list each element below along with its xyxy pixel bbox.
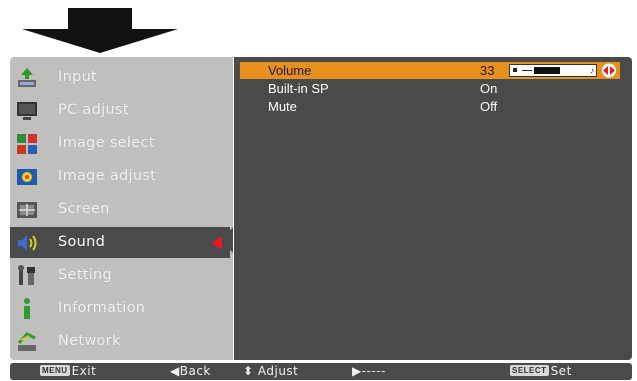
menu-item-label: Input: [58, 69, 98, 85]
mute-value: Off: [480, 99, 498, 114]
setting-icon: [18, 265, 35, 285]
back-hint: ◀Back: [170, 364, 211, 378]
sound-icon: [18, 235, 37, 251]
speaker-icon: ♪: [590, 66, 594, 75]
mute-label: Mute: [268, 99, 297, 114]
volume-track: [522, 70, 532, 71]
volume-label: Volume: [268, 63, 312, 78]
set-label: Set: [550, 364, 572, 378]
main-menu: Input PC adjust Image select Image adjus…: [10, 57, 233, 360]
built-in-sp-row[interactable]: Built-in SP On: [240, 80, 620, 97]
sound-settings-panel: Volume 33 ♪ Built-in SP On Mute Off: [234, 57, 632, 360]
down-arrow-icon: [22, 8, 178, 53]
information-icon: [24, 298, 30, 319]
screen-icon: [17, 202, 37, 218]
volume-value: 33: [480, 63, 495, 78]
menu-item-image-adjust[interactable]: Image adjust: [10, 161, 233, 192]
pc-adjust-icon: [17, 102, 37, 120]
menu-item-image-select[interactable]: Image select: [10, 128, 233, 159]
adjust-hint: ⬍ Adjust: [243, 364, 299, 378]
menu-item-input[interactable]: Input: [10, 62, 233, 93]
exit-label: Exit: [71, 364, 97, 378]
menu-key: MENU: [40, 365, 70, 376]
menu-item-label: Image select: [58, 135, 155, 151]
left-right-arrows-icon[interactable]: [600, 63, 618, 78]
image-select-icon: [17, 134, 37, 154]
menu-item-setting[interactable]: Setting: [10, 260, 233, 291]
volume-slider-fill: [534, 67, 560, 74]
volume-slider[interactable]: ♪: [509, 64, 597, 77]
menu-item-screen[interactable]: Screen: [10, 194, 233, 225]
built-in-sp-label: Built-in SP: [268, 81, 329, 96]
image-adjust-icon: [17, 169, 37, 185]
menu-item-label: PC adjust: [58, 102, 129, 118]
mute-row[interactable]: Mute Off: [240, 98, 620, 115]
menu-item-label: Information: [58, 300, 146, 316]
menu-item-label: Image adjust: [58, 168, 157, 184]
menu-item-label: Screen: [58, 201, 110, 217]
menu-item-network[interactable]: Network: [10, 326, 233, 357]
menu-item-label: Network: [58, 333, 121, 349]
menu-item-label: Sound: [58, 234, 106, 250]
volume-row[interactable]: Volume 33 ♪: [240, 62, 620, 79]
built-in-sp-value: On: [480, 81, 498, 96]
menu-item-pc-adjust[interactable]: PC adjust: [10, 95, 233, 126]
forward-hint: ▶-----: [352, 364, 386, 378]
select-key: SELECT: [510, 365, 549, 376]
network-icon: [17, 332, 36, 351]
menu-item-sound[interactable]: Sound: [10, 227, 230, 258]
submenu-pointer: [221, 227, 233, 253]
volume-min-icon: [513, 68, 517, 72]
exit-hint: MENU Exit: [40, 364, 96, 379]
set-hint: SELECT Set: [510, 364, 572, 379]
menu-item-label: Setting: [58, 267, 113, 283]
input-icon: [18, 68, 36, 87]
help-bar: MENU Exit ◀Back ⬍ Adjust ▶----- SELECT Set: [10, 363, 632, 380]
menu-item-information[interactable]: Information: [10, 293, 233, 324]
